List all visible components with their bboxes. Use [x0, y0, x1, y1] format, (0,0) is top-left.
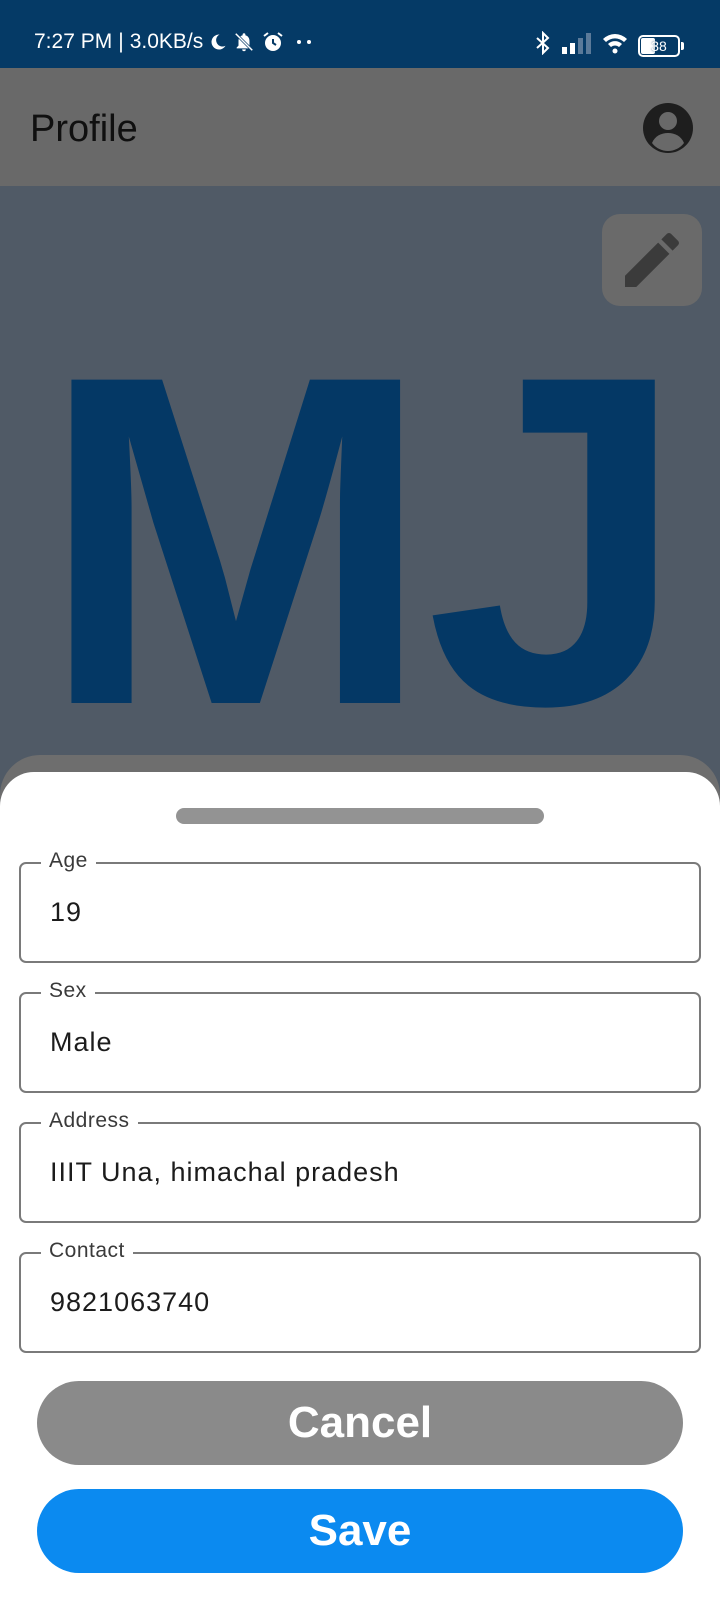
sex-field[interactable]: Sex Male — [19, 979, 701, 1093]
cancel-button[interactable]: Cancel — [37, 1381, 683, 1465]
contact-value[interactable]: 9821063740 — [50, 1287, 210, 1318]
alarm-icon — [261, 30, 285, 54]
app-bar: Profile — [0, 68, 720, 186]
pencil-icon — [625, 232, 679, 287]
notifications-off-icon — [233, 31, 255, 53]
more-dots-icon — [291, 37, 317, 47]
edit-profile-button[interactable] — [602, 214, 702, 306]
battery-icon: 38 — [638, 34, 684, 57]
save-button[interactable]: Save — [37, 1489, 683, 1573]
status-separator: | — [118, 30, 124, 53]
address-value[interactable]: IIIT Una, himachal pradesh — [50, 1157, 400, 1188]
status-network-speed: 3.0KB/s — [129, 30, 204, 53]
status-bar: 7:27 PM | 3.0KB/s 38 — [0, 0, 720, 68]
age-value[interactable]: 19 — [50, 897, 82, 928]
status-right: 38 — [534, 30, 684, 60]
bluetooth-icon — [534, 30, 552, 60]
status-time: 7:27 PM — [34, 30, 113, 53]
battery-level: 38 — [651, 37, 667, 54]
sex-value[interactable]: Male — [50, 1027, 113, 1058]
battery-nub — [681, 41, 684, 50]
moon-icon — [209, 33, 227, 51]
status-left: 7:27 PM | 3.0KB/s — [34, 30, 317, 54]
sex-label: Sex — [41, 979, 95, 1003]
age-field[interactable]: Age 19 — [19, 849, 701, 963]
contact-label: Contact — [41, 1239, 133, 1263]
wifi-icon — [602, 32, 628, 59]
age-label: Age — [41, 849, 96, 873]
address-label: Address — [41, 1109, 138, 1133]
profile-initials: MJ — [40, 278, 687, 803]
cellular-signal-icon — [562, 32, 592, 59]
account-circle-icon[interactable] — [642, 102, 694, 154]
page-title: Profile — [30, 108, 138, 150]
contact-field[interactable]: Contact 9821063740 — [19, 1239, 701, 1353]
address-field[interactable]: Address IIIT Una, himachal pradesh — [19, 1109, 701, 1223]
sheet-drag-handle[interactable] — [176, 808, 544, 824]
